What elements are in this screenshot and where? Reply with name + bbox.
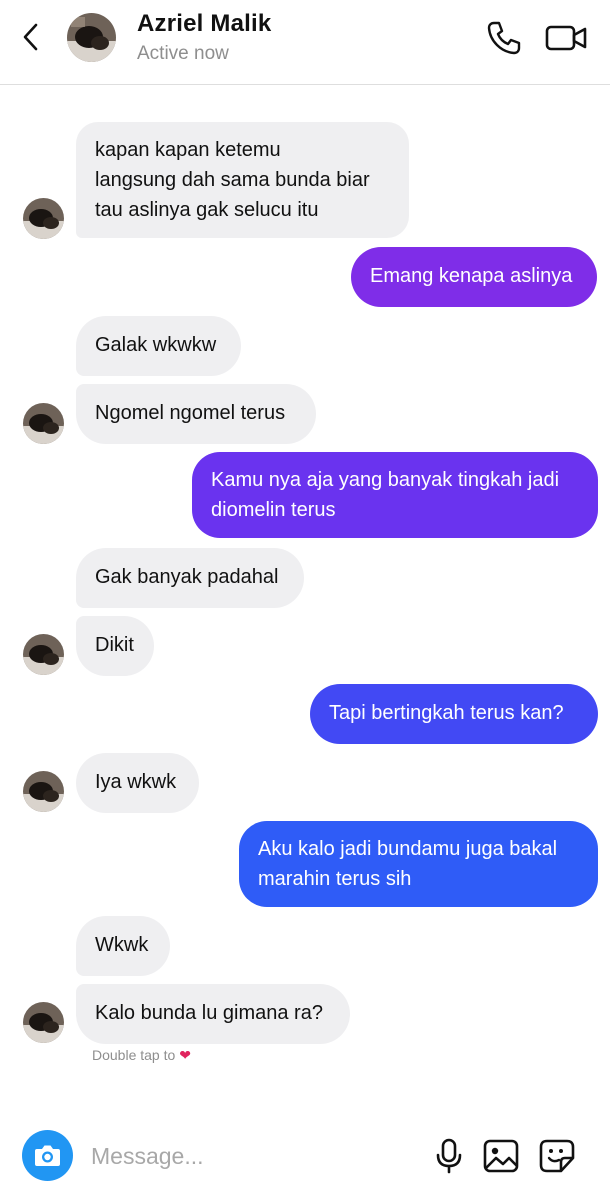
sender-avatar[interactable] — [23, 403, 64, 444]
double-tap-hint-text: Double tap to — [92, 1047, 176, 1063]
camera-icon — [35, 1145, 60, 1166]
message-bubble-incoming[interactable]: Ngomel ngomel terus — [76, 384, 316, 444]
double-tap-hint: Double tap to ❤ — [92, 1047, 191, 1064]
sender-avatar[interactable] — [23, 771, 64, 812]
video-camera-icon[interactable] — [544, 18, 588, 58]
contact-status: Active now — [137, 43, 229, 64]
message-composer — [14, 1125, 596, 1187]
chat-header: Azriel Malik Active now — [0, 0, 610, 85]
sender-avatar[interactable] — [23, 634, 64, 675]
message-bubble-incoming[interactable]: Gak banyak padahal — [76, 548, 304, 608]
sender-avatar[interactable] — [23, 1002, 64, 1043]
microphone-icon[interactable] — [433, 1138, 465, 1174]
message-bubble-incoming[interactable]: Galak wkwkw — [76, 316, 241, 376]
gallery-icon[interactable] — [482, 1138, 520, 1174]
sender-avatar[interactable] — [23, 198, 64, 239]
contact-avatar[interactable] — [67, 13, 116, 62]
back-chevron-icon[interactable] — [14, 20, 48, 54]
message-bubble-incoming[interactable]: Kalo bunda lu gimana ra? — [76, 984, 350, 1044]
message-input[interactable] — [91, 1139, 391, 1173]
message-bubble-incoming[interactable]: Dikit — [76, 616, 154, 676]
sticker-icon[interactable] — [538, 1138, 576, 1174]
heart-icon: ❤ — [179, 1047, 191, 1063]
message-bubble-outgoing[interactable]: Tapi bertingkah terus kan? — [310, 684, 598, 744]
contact-name[interactable]: Azriel Malik — [137, 10, 271, 38]
message-bubble-outgoing[interactable]: Kamu nya aja yang banyak tingkah jadi di… — [192, 452, 598, 538]
message-bubble-incoming[interactable]: Wkwk — [76, 916, 170, 976]
message-bubble-outgoing[interactable]: Emang kenapa aslinya — [351, 247, 597, 307]
message-bubble-incoming[interactable]: Iya wkwk — [76, 753, 199, 813]
phone-icon[interactable] — [484, 18, 524, 58]
message-bubble-outgoing[interactable]: Aku kalo jadi bundamu juga bakal marahin… — [239, 821, 598, 907]
camera-button[interactable] — [22, 1130, 73, 1181]
message-bubble-incoming[interactable]: kapan kapan ketemu langsung dah sama bun… — [76, 122, 409, 238]
